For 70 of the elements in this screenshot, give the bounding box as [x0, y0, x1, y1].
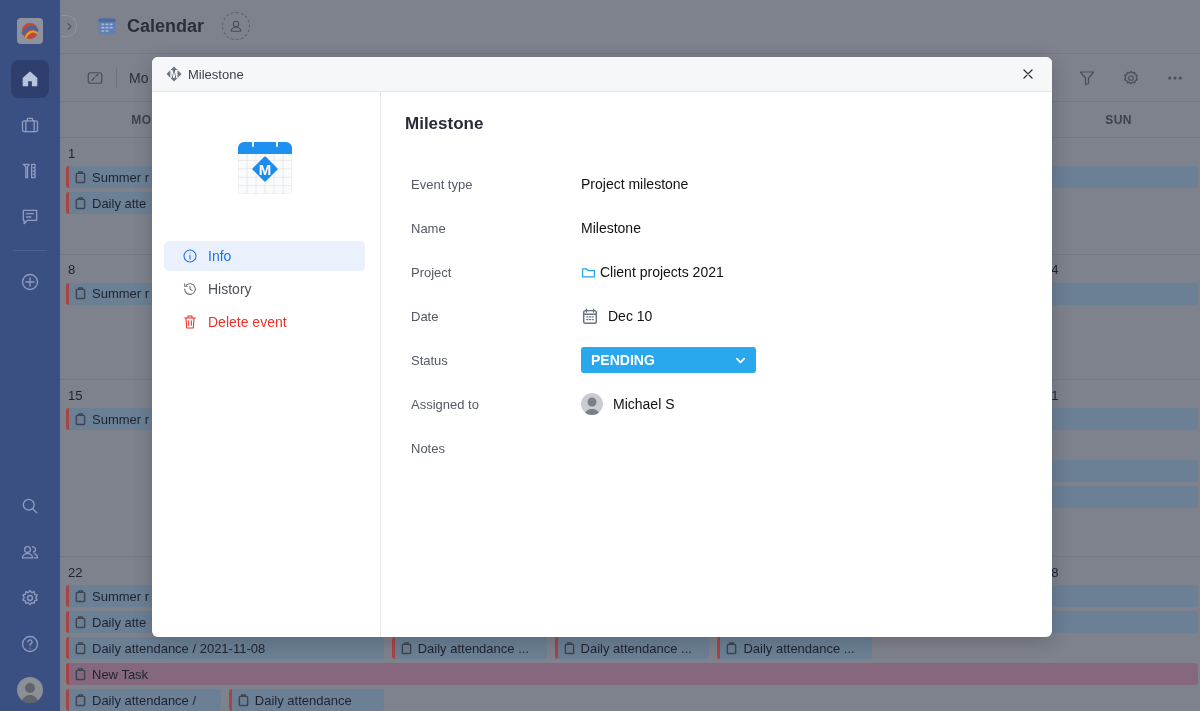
- field-value: Project milestone: [581, 176, 689, 192]
- menu-item[interactable]: Info: [164, 241, 365, 271]
- home-icon: [20, 69, 40, 89]
- field-label: Assigned to: [410, 396, 480, 412]
- app-logo[interactable]: [17, 18, 43, 44]
- event-bar[interactable]: Daily attendance: [228, 689, 384, 711]
- day-number: 1: [1050, 387, 1060, 403]
- field-label: Name: [410, 220, 447, 236]
- menu-item[interactable]: Delete event: [164, 307, 365, 337]
- field-label: Date: [410, 308, 440, 324]
- clipboard-icon: [75, 287, 86, 301]
- chat-icon: [20, 207, 40, 227]
- sidebar-button[interactable]: [11, 60, 49, 98]
- help-icon: [20, 634, 40, 654]
- clipboard-icon: [75, 196, 86, 210]
- day-number: 8: [1050, 564, 1060, 580]
- filter-icon[interactable]: [1078, 68, 1096, 87]
- section-heading: Milestone: [405, 114, 485, 134]
- calendar-icon: [581, 307, 599, 325]
- event-bar[interactable]: Daily attendance ...: [391, 637, 547, 659]
- clipboard-icon: [726, 641, 738, 655]
- close-icon: [1021, 67, 1035, 81]
- user-avatar[interactable]: [17, 677, 43, 703]
- add-icon: [20, 272, 40, 292]
- chevron-icon: [65, 21, 73, 31]
- day-number: 1: [67, 145, 77, 161]
- calendar-icon: [97, 16, 117, 37]
- settings-icon[interactable]: [1122, 68, 1140, 87]
- clipboard-icon: [75, 693, 86, 707]
- weekday-label: MO: [131, 112, 152, 127]
- day-number: 15: [67, 387, 84, 403]
- briefcase-icon: [20, 115, 40, 135]
- clipboard-icon: [75, 170, 86, 184]
- history-icon: [182, 281, 198, 297]
- clipboard-icon: [75, 412, 86, 426]
- trash-icon: [182, 314, 198, 330]
- event-bar[interactable]: Daily attendance /: [66, 689, 221, 711]
- info-icon: [182, 248, 198, 264]
- day-number: 22: [67, 564, 84, 580]
- milestone-icon: M: [166, 66, 182, 82]
- clipboard-icon: [400, 641, 412, 655]
- day-number: 8: [67, 262, 77, 278]
- day-number: 4: [1050, 262, 1060, 278]
- event-bar[interactable]: New Task: [66, 663, 1198, 685]
- menu-item[interactable]: History: [164, 274, 365, 304]
- weekday-label: SUN: [1105, 112, 1132, 127]
- field-label: Event type: [410, 176, 474, 192]
- field-label: Notes: [410, 440, 446, 456]
- dialog-title: Milestone: [188, 66, 245, 82]
- collapse-button[interactable]: [62, 15, 77, 38]
- user-avatar: [581, 393, 603, 415]
- field-label: Status: [410, 352, 449, 368]
- clipboard-icon: [75, 615, 86, 629]
- field-value: Milestone: [581, 220, 641, 236]
- field-label: Project: [410, 264, 453, 280]
- page-title: Calendar: [127, 15, 205, 37]
- clipboard-icon: [563, 641, 575, 655]
- assignee-name: Michael S: [613, 396, 675, 412]
- clipboard-icon: [237, 693, 249, 707]
- event-bar[interactable]: Daily attendance ...: [554, 637, 710, 659]
- view-selector[interactable]: Mo: [129, 69, 149, 86]
- status-dropdown[interactable]: PENDING: [581, 347, 756, 373]
- date-value: Dec 10: [608, 308, 653, 324]
- search-icon: [20, 496, 40, 516]
- settings-icon: [20, 588, 40, 608]
- clipboard-icon: [75, 641, 86, 655]
- event-bar[interactable]: Daily attendance ...: [717, 637, 873, 659]
- clipboard-icon: [75, 589, 86, 603]
- clipboard-icon: [75, 667, 86, 681]
- event-bar[interactable]: Daily attendance / 2021-11-08: [66, 637, 384, 659]
